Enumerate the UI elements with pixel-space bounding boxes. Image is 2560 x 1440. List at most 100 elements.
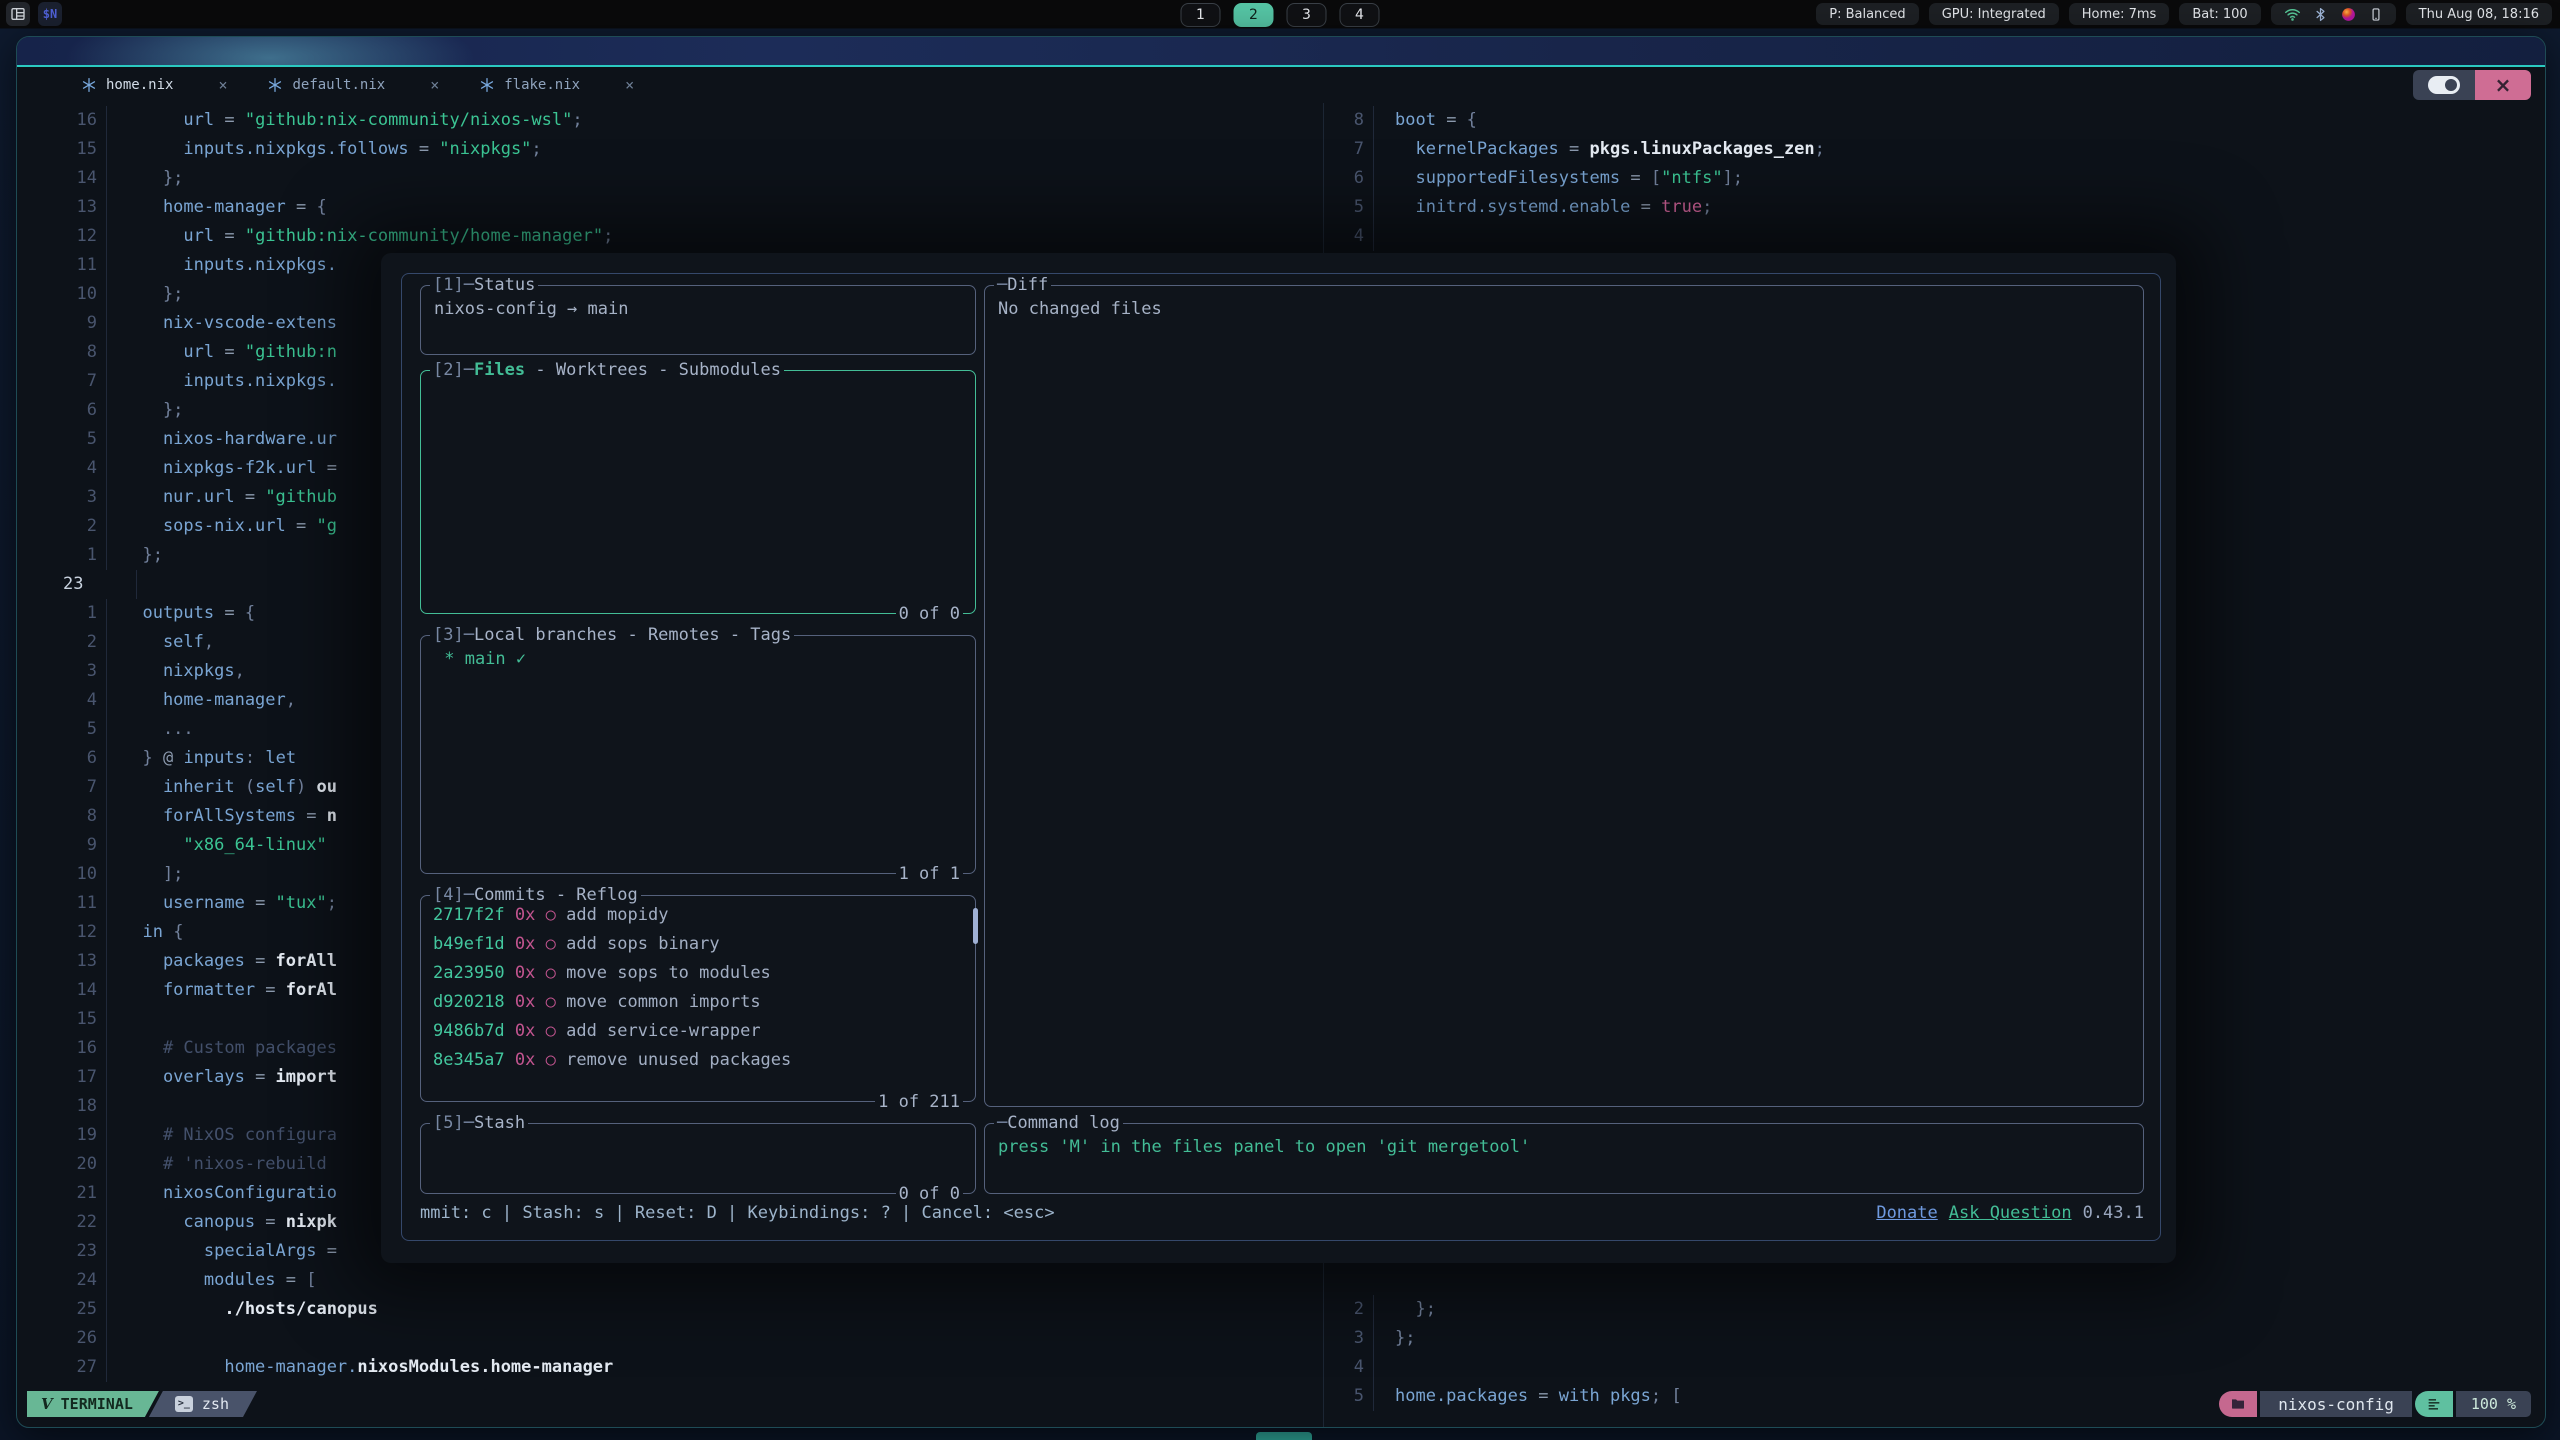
code-token: nur.url bbox=[122, 487, 235, 507]
code-token: nixosConfiguratio bbox=[122, 1183, 337, 1203]
battery-pill: Bat: 100 bbox=[2179, 3, 2260, 25]
launcher-button[interactable] bbox=[6, 2, 30, 26]
window-close-button[interactable]: × bbox=[2475, 70, 2531, 100]
commit-row[interactable]: 8e345a7 0x ○ remove unused packages bbox=[433, 1046, 975, 1075]
code-token: [ bbox=[1651, 168, 1661, 188]
workspace-button-1[interactable]: 1 bbox=[1181, 3, 1221, 27]
keybinding-hints: mmit: c | Stash: s | Reset: D | Keybindi… bbox=[420, 1199, 1055, 1228]
line-number: 5 bbox=[1324, 1382, 1374, 1411]
window-header[interactable] bbox=[17, 37, 2545, 67]
panel-stash[interactable]: [5]─Stash 0 of 0 bbox=[420, 1123, 976, 1194]
tab-close-icon[interactable]: × bbox=[625, 76, 634, 94]
code-token: let bbox=[255, 748, 296, 768]
code-token: canopus bbox=[122, 1212, 255, 1232]
line-number: 12 bbox=[33, 918, 107, 947]
panel-title-segment: [5]─ bbox=[433, 1113, 474, 1133]
line-number: 4 bbox=[33, 686, 107, 715]
code-token: url bbox=[122, 110, 214, 130]
commit-author: 0x bbox=[515, 1050, 546, 1070]
code-token: ou bbox=[306, 777, 337, 797]
line-number: 4 bbox=[1324, 1353, 1374, 1382]
workspace-label: 4 bbox=[1355, 7, 1364, 23]
donate-link[interactable]: Donate bbox=[1876, 1199, 1937, 1228]
workspace-button-3[interactable]: 3 bbox=[1287, 3, 1327, 27]
shell-label: zsh bbox=[202, 1395, 229, 1413]
code-token: ) bbox=[296, 777, 306, 797]
commits-scrollbar-thumb[interactable] bbox=[973, 908, 978, 944]
panel-title-segment: [4]─ bbox=[433, 885, 474, 905]
night-light-icon[interactable] bbox=[2340, 6, 2357, 23]
commit-row[interactable]: b49ef1d 0x ○ add sops binary bbox=[433, 930, 975, 959]
view-toggle[interactable] bbox=[2413, 70, 2475, 100]
code-token: ; [ bbox=[1651, 1386, 1682, 1406]
panel-files[interactable]: [2]─Files - Worktrees - Submodules 0 of … bbox=[420, 370, 976, 614]
gpu-pill: GPU: Integrated bbox=[1929, 3, 2059, 25]
panel-status-title: [1]─Status bbox=[430, 274, 538, 296]
bluetooth-icon[interactable] bbox=[2313, 6, 2328, 23]
line-number: 8 bbox=[1324, 106, 1374, 135]
shell-tab-segment[interactable]: >_ zsh bbox=[149, 1391, 257, 1417]
ask-question-link[interactable]: Ask Question bbox=[1949, 1199, 2072, 1228]
workspace-button-4[interactable]: 4 bbox=[1340, 3, 1380, 27]
tab-home-nix[interactable]: home.nix× bbox=[61, 67, 247, 103]
terminal-icon: >_ bbox=[175, 1396, 193, 1412]
tab-default-nix[interactable]: default.nix× bbox=[247, 67, 459, 103]
files-count: 0 of 0 bbox=[896, 603, 963, 625]
line-number: 12 bbox=[33, 222, 107, 251]
code-token: url bbox=[122, 342, 214, 362]
code-token: nixosModules.home-manager bbox=[357, 1357, 613, 1377]
commit-hash: 8e345a7 bbox=[433, 1050, 515, 1070]
code-token: n bbox=[327, 806, 337, 826]
diff-content: No changed files bbox=[985, 286, 2143, 324]
code-token: packages bbox=[122, 951, 245, 971]
panel-title-segment: ─ bbox=[997, 275, 1007, 295]
panel-commits[interactable]: [4]─Commits - Reflog 2717f2f 0x ○ add mo… bbox=[420, 895, 976, 1102]
code-token: { bbox=[245, 603, 255, 623]
panel-status[interactable]: [1]─Status nixos-config → main bbox=[420, 285, 976, 355]
code-text: url = "github:nix-community/home-manager… bbox=[122, 222, 613, 251]
code-token: : bbox=[245, 748, 255, 768]
panel-diff-title: ─Diff bbox=[994, 274, 1051, 296]
code-line: 24 modules = [ bbox=[33, 1266, 613, 1295]
line-number: 3 bbox=[33, 657, 107, 686]
folder-segment bbox=[2219, 1391, 2257, 1417]
commit-row[interactable]: d920218 0x ○ move common imports bbox=[433, 988, 975, 1017]
code-token: with pkgs bbox=[1559, 1386, 1651, 1406]
tab-close-icon[interactable]: × bbox=[430, 76, 439, 94]
nix-shell-badge[interactable]: $N bbox=[38, 2, 62, 26]
code-text: nixpkgs-f2k.url = bbox=[122, 454, 337, 483]
tab-flake-nix[interactable]: flake.nix× bbox=[459, 67, 654, 103]
code-text: ]; bbox=[122, 860, 183, 889]
line-number: 2 bbox=[33, 512, 107, 541]
commit-message: remove unused packages bbox=[566, 1050, 791, 1070]
panel-branches[interactable]: [3]─Local branches - Remotes - Tags * ma… bbox=[420, 635, 976, 874]
code-token: = bbox=[1630, 197, 1661, 217]
code-token: = bbox=[286, 516, 317, 536]
code-token: # Custom packages bbox=[122, 1038, 337, 1058]
code-token: = bbox=[255, 980, 286, 1000]
nix-badge-label: $N bbox=[43, 7, 57, 21]
commit-hash: d920218 bbox=[433, 992, 515, 1012]
code-token: sops-nix.url bbox=[122, 516, 286, 536]
code-token: @ bbox=[163, 748, 183, 768]
toggle-track bbox=[2428, 76, 2460, 94]
commit-message: add sops binary bbox=[566, 934, 720, 954]
panel-command-log[interactable]: ─Command log press 'M' in the files pane… bbox=[984, 1123, 2144, 1194]
wifi-icon[interactable] bbox=[2284, 6, 2301, 23]
workspace-button-2[interactable]: 2 bbox=[1234, 3, 1274, 27]
code-token: { bbox=[1467, 110, 1477, 130]
panel-diff[interactable]: ─Diff No changed files bbox=[984, 285, 2144, 1107]
code-line: 4 bbox=[1324, 222, 1825, 251]
tab-close-icon[interactable]: × bbox=[218, 76, 227, 94]
phone-icon[interactable] bbox=[2369, 6, 2383, 23]
commit-hash: b49ef1d bbox=[433, 934, 515, 954]
code-token: "github:nix-community/home-manager" bbox=[245, 226, 603, 246]
commit-row[interactable]: 2a23950 0x ○ move sops to modules bbox=[433, 959, 975, 988]
right-pane-top-lines: 8boot = {7 kernelPackages = pkgs.linuxPa… bbox=[1324, 106, 1825, 251]
window-controls: × bbox=[2413, 70, 2531, 100]
commit-row[interactable]: 9486b7d 0x ○ add service-wrapper bbox=[433, 1017, 975, 1046]
panel-command-log-title: ─Command log bbox=[994, 1112, 1123, 1134]
code-text: inputs.nixpkgs. bbox=[122, 251, 337, 280]
top-bar: $N 1 2 3 4 P: Balanced GPU: Integrated H… bbox=[0, 0, 2560, 28]
workspace-label: 1 bbox=[1196, 7, 1205, 23]
